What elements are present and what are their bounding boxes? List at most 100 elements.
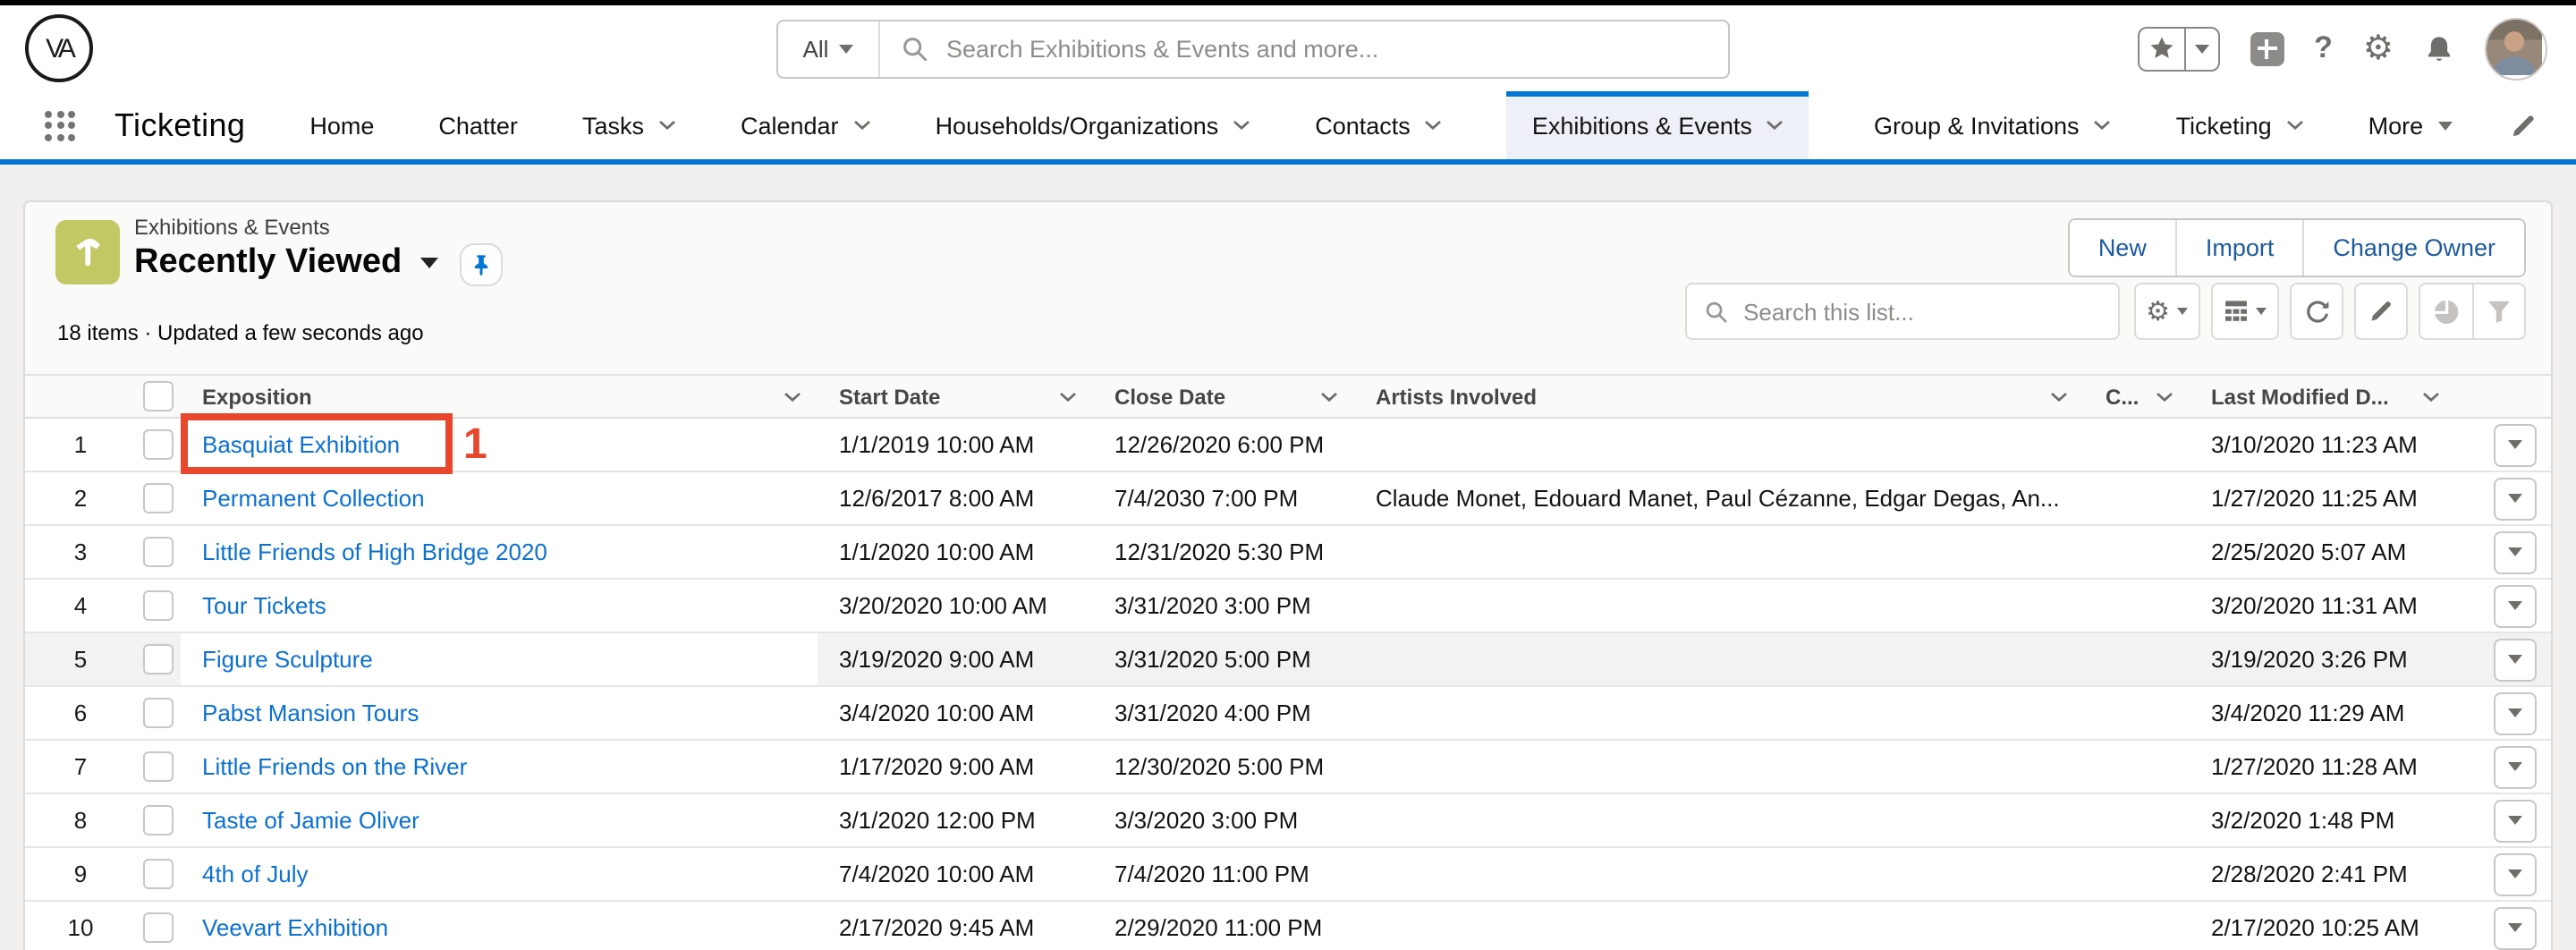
row-checkbox[interactable] <box>136 912 181 943</box>
row-checkbox[interactable] <box>136 644 181 674</box>
exposition-cell: Little Friends on the River <box>181 753 818 780</box>
tab-ticketing[interactable]: Ticketing <box>2176 91 2304 159</box>
row-actions-button[interactable] <box>2493 799 2536 842</box>
row-checkbox[interactable] <box>136 537 181 567</box>
import-button[interactable]: Import <box>2175 220 2303 276</box>
last-modified-cell: 3/2/2020 1:48 PM <box>2190 807 2456 834</box>
row-checkbox[interactable] <box>136 590 181 621</box>
record-link[interactable]: Figure Sculpture <box>202 646 373 673</box>
tab-group-invitations[interactable]: Group & Invitations <box>1874 91 2112 159</box>
select-all-checkbox[interactable] <box>136 381 181 411</box>
record-link[interactable]: Permanent Collection <box>202 485 425 512</box>
refresh-button[interactable] <box>2290 283 2343 340</box>
column-header-last-modified[interactable]: Last Modified D... <box>2190 376 2456 417</box>
notifications-bell-icon[interactable] <box>2424 33 2454 64</box>
last-modified-cell: 3/19/2020 3:26 PM <box>2190 646 2456 673</box>
table-row: 6 Pabst Mansion Tours 3/4/2020 10:00 AM … <box>25 687 2551 741</box>
global-search-input[interactable] <box>943 34 1728 64</box>
row-actions-button[interactable] <box>2493 691 2536 734</box>
tab-more[interactable]: More <box>2368 91 2453 159</box>
record-link[interactable]: 4th of July <box>202 861 309 887</box>
app-launcher-icon[interactable] <box>45 110 75 140</box>
filter-button[interactable] <box>2472 283 2526 340</box>
list-action-buttons: New Import Change Owner <box>2068 218 2526 277</box>
caret-down-icon <box>2437 121 2452 130</box>
row-checkbox[interactable] <box>136 805 181 835</box>
charts-button[interactable] <box>2419 283 2472 340</box>
star-icon[interactable] <box>2139 28 2183 69</box>
list-meta-text: 18 items · Updated a few seconds ago <box>57 320 424 345</box>
row-checkbox[interactable] <box>136 698 181 728</box>
page-content: Exhibitions & Events Recently Viewed New… <box>0 165 2576 950</box>
tab-chatter[interactable]: Chatter <box>438 91 518 159</box>
checkbox-icon <box>143 590 174 621</box>
list-view-selector[interactable]: Recently Viewed <box>134 243 437 283</box>
chevron-down-icon <box>1059 391 1077 402</box>
row-checkbox[interactable] <box>136 859 181 889</box>
record-link[interactable]: Taste of Jamie Oliver <box>202 807 419 834</box>
row-actions <box>2456 584 2551 627</box>
chevron-down-icon <box>1233 120 1250 131</box>
tab-exhibitions-events[interactable]: Exhibitions & Events <box>1507 91 1809 159</box>
user-avatar[interactable] <box>2485 17 2547 80</box>
row-number: 4 <box>25 592 136 619</box>
favorites-button-group[interactable] <box>2137 26 2219 71</box>
checkbox-icon <box>143 859 174 889</box>
tab-contacts[interactable]: Contacts <box>1315 91 1443 159</box>
close-date-cell: 7/4/2020 11:00 PM <box>1093 861 1354 887</box>
start-date-cell: 1/1/2019 10:00 AM <box>818 431 1093 458</box>
row-checkbox[interactable] <box>136 483 181 513</box>
tab-tasks[interactable]: Tasks <box>582 91 676 159</box>
favorites-dropdown[interactable] <box>2183 28 2217 69</box>
close-date-cell: 12/26/2020 6:00 PM <box>1093 431 1354 458</box>
record-link[interactable]: Little Friends on the River <box>202 753 467 780</box>
row-actions-button[interactable] <box>2493 906 2536 949</box>
start-date-cell: 3/20/2020 10:00 AM <box>818 592 1093 619</box>
start-date-cell: 2/17/2020 9:45 AM <box>818 914 1093 941</box>
column-header-exposition[interactable]: Exposition <box>181 376 818 417</box>
inline-edit-button[interactable] <box>2354 283 2408 340</box>
help-icon[interactable]: ? <box>2314 30 2333 66</box>
annotation-step-number: 1 <box>463 420 487 471</box>
row-checkbox[interactable] <box>136 751 181 782</box>
search-scope-dropdown[interactable]: All <box>778 21 880 77</box>
row-actions-button[interactable] <box>2493 477 2536 520</box>
column-header-close-date[interactable]: Close Date <box>1093 376 1354 417</box>
nav-edit-pencil-icon[interactable] <box>2510 91 2537 159</box>
row-actions-button[interactable] <box>2493 852 2536 895</box>
column-header-artists-involved[interactable]: Artists Involved <box>1354 376 2084 417</box>
row-actions-button[interactable] <box>2493 638 2536 681</box>
row-actions-button[interactable] <box>2493 584 2536 627</box>
chevron-down-icon <box>784 391 801 402</box>
tab-calendar[interactable]: Calendar <box>741 91 871 159</box>
column-header-start-date[interactable]: Start Date <box>818 376 1093 417</box>
caret-down-icon <box>2507 494 2521 503</box>
row-actions-button[interactable] <box>2493 530 2536 573</box>
record-link[interactable]: Pabst Mansion Tours <box>202 700 419 726</box>
list-search-input[interactable] <box>1740 296 2117 327</box>
close-date-cell: 2/29/2020 11:00 PM <box>1093 914 1354 941</box>
close-date-cell: 3/31/2020 4:00 PM <box>1093 700 1354 726</box>
record-link[interactable]: Veevart Exhibition <box>202 914 388 941</box>
global-actions-plus-icon[interactable] <box>2250 31 2284 65</box>
row-number: 3 <box>25 539 136 565</box>
start-date-cell: 3/19/2020 9:00 AM <box>818 646 1093 673</box>
record-link[interactable]: Tour Tickets <box>202 592 326 619</box>
list-view-controls-button[interactable]: ⚙ <box>2133 283 2200 340</box>
row-actions-button[interactable] <box>2493 745 2536 788</box>
header-icons: ? ⚙ <box>2137 5 2547 91</box>
setup-gear-icon[interactable]: ⚙ <box>2363 31 2394 65</box>
row-actions-button[interactable] <box>2493 423 2536 466</box>
tab-home[interactable]: Home <box>309 91 374 159</box>
column-header-c-truncated[interactable]: C... <box>2084 376 2190 417</box>
record-link[interactable]: Little Friends of High Bridge 2020 <box>202 539 547 565</box>
change-owner-button[interactable]: Change Owner <box>2302 220 2524 276</box>
tab-households-organizations[interactable]: Households/Organizations <box>936 91 1251 159</box>
row-checkbox[interactable] <box>136 429 181 460</box>
row-actions <box>2456 530 2551 573</box>
new-button[interactable]: New <box>2070 220 2175 276</box>
last-modified-cell: 3/10/2020 11:23 AM <box>2190 431 2456 458</box>
display-as-button[interactable] <box>2211 283 2279 340</box>
chevron-down-icon <box>658 120 676 131</box>
pin-list-button[interactable] <box>460 243 503 286</box>
